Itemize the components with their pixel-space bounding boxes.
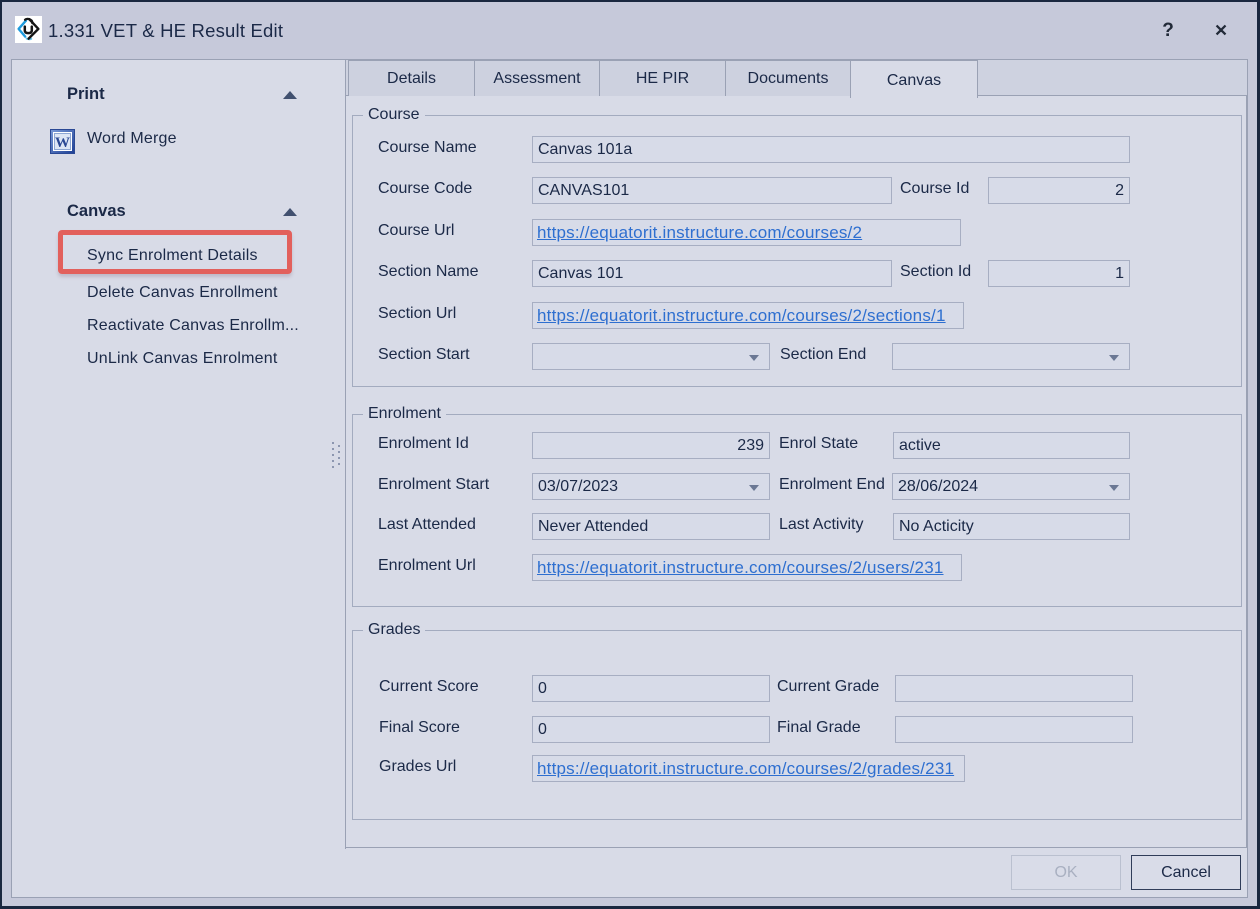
current-grade-label: Current Grade <box>777 678 879 696</box>
enrolment-end-dropdown[interactable]: 28/06/2024 <box>892 473 1130 500</box>
tab-strip: Details Assessment HE PIR Documents Canv… <box>346 60 1247 96</box>
enrolment-start-dropdown[interactable]: 03/07/2023 <box>532 473 770 500</box>
section-start-dropdown[interactable] <box>532 343 770 370</box>
dialog-body: Print W Word Merge Canvas <box>11 59 1248 898</box>
tab-he-pir[interactable]: HE PIR <box>599 60 726 96</box>
last-attended-input[interactable]: Never Attended <box>532 513 770 540</box>
collapse-arrow-print-icon[interactable] <box>283 91 297 99</box>
tab-details[interactable]: Details <box>348 60 475 96</box>
grades-groupbox-title: Grades <box>363 621 425 639</box>
enrolment-end-label: Enrolment End <box>779 476 885 494</box>
app-logo-icon <box>15 16 42 43</box>
section-id-input[interactable]: 1 <box>988 260 1130 287</box>
course-name-label: Course Name <box>378 139 477 157</box>
enrolment-id-input[interactable]: 239 <box>532 432 770 459</box>
enrolment-groupbox-title: Enrolment <box>363 405 446 423</box>
final-grade-label: Final Grade <box>777 719 861 737</box>
tab-documents[interactable]: Documents <box>725 60 851 96</box>
enrolment-url-link[interactable]: https://equatorit.instructure.com/course… <box>537 558 944 578</box>
help-button[interactable]: ? <box>1153 16 1183 46</box>
section-url-box: https://equatorit.instructure.com/course… <box>532 302 964 329</box>
course-url-label: Course Url <box>378 222 454 240</box>
word-merge-icon: W <box>50 129 75 154</box>
sidebar-group-print[interactable]: Print <box>67 85 105 104</box>
final-score-input[interactable]: 0 <box>532 716 770 743</box>
sidebar-item-sync-enrolment-details[interactable]: Sync Enrolment Details <box>87 247 258 265</box>
titlebar: 1.331 VET & HE Result Edit ? ✕ <box>2 2 1257 59</box>
last-attended-label: Last Attended <box>378 516 476 534</box>
dialog-window: 1.331 VET & HE Result Edit ? ✕ Print <box>0 0 1260 909</box>
enrolment-groupbox: Enrolment Enrolment Id 239 Enrol State a… <box>352 414 1242 607</box>
grades-url-label: Grades Url <box>379 758 456 776</box>
ok-button[interactable]: OK <box>1011 855 1121 890</box>
section-name-label: Section Name <box>378 263 479 281</box>
course-groupbox: Course Course Name Canvas 101a Course Co… <box>352 115 1242 387</box>
dropdown-arrow-icon <box>1109 355 1119 361</box>
section-end-dropdown[interactable] <box>892 343 1130 370</box>
svg-text:W: W <box>55 135 70 151</box>
grades-groupbox: Grades Current Score 0 Current Grade Fin… <box>352 630 1242 820</box>
section-url-link[interactable]: https://equatorit.instructure.com/course… <box>537 306 946 326</box>
enrolment-url-box: https://equatorit.instructure.com/course… <box>532 554 962 581</box>
course-id-label: Course Id <box>900 180 969 198</box>
current-grade-input[interactable] <box>895 675 1133 702</box>
section-url-label: Section Url <box>378 305 456 323</box>
section-end-label: Section End <box>780 346 866 364</box>
section-start-label: Section Start <box>378 346 470 364</box>
last-activity-label: Last Activity <box>779 516 863 534</box>
course-groupbox-title: Course <box>363 106 425 124</box>
window-title: 1.331 VET & HE Result Edit <box>48 20 283 42</box>
grades-url-link[interactable]: https://equatorit.instructure.com/course… <box>537 759 954 779</box>
sidebar-group-canvas[interactable]: Canvas <box>67 202 126 221</box>
tab-assessment[interactable]: Assessment <box>474 60 600 96</box>
sidebar-item-reactivate-canvas-enrollment[interactable]: Reactivate Canvas Enrollm... <box>87 317 299 335</box>
sidebar-item-word-merge[interactable]: Word Merge <box>87 130 177 148</box>
enrolment-start-label: Enrolment Start <box>378 476 489 494</box>
enrolment-url-label: Enrolment Url <box>378 557 476 575</box>
sidebar-item-delete-canvas-enrollment[interactable]: Delete Canvas Enrollment <box>87 284 278 302</box>
enrolment-id-label: Enrolment Id <box>378 435 469 453</box>
final-score-label: Final Score <box>379 719 460 737</box>
course-id-input[interactable]: 2 <box>988 177 1130 204</box>
section-id-label: Section Id <box>900 263 971 281</box>
splitter-grip[interactable] <box>331 442 343 475</box>
close-button[interactable]: ✕ <box>1206 16 1236 46</box>
last-activity-input[interactable]: No Acticity <box>893 513 1130 540</box>
current-score-input[interactable]: 0 <box>532 675 770 702</box>
course-code-input[interactable]: CANVAS101 <box>532 177 892 204</box>
course-name-input[interactable]: Canvas 101a <box>532 136 1130 163</box>
course-code-label: Course Code <box>378 180 472 198</box>
course-url-box: https://equatorit.instructure.com/course… <box>532 219 961 246</box>
tab-canvas[interactable]: Canvas <box>850 60 978 98</box>
dropdown-arrow-icon <box>749 355 759 361</box>
collapse-arrow-canvas-icon[interactable] <box>283 208 297 216</box>
current-score-label: Current Score <box>379 678 479 696</box>
section-name-input[interactable]: Canvas 101 <box>532 260 892 287</box>
final-grade-input[interactable] <box>895 716 1133 743</box>
course-url-link[interactable]: https://equatorit.instructure.com/course… <box>537 223 862 243</box>
grades-url-box: https://equatorit.instructure.com/course… <box>532 755 965 782</box>
dropdown-arrow-icon <box>749 485 759 491</box>
cancel-button[interactable]: Cancel <box>1131 855 1241 890</box>
enrol-state-label: Enrol State <box>779 435 858 453</box>
dropdown-arrow-icon <box>1109 485 1119 491</box>
enrol-state-input[interactable]: active <box>893 432 1130 459</box>
sidebar-item-unlink-canvas-enrolment[interactable]: UnLink Canvas Enrolment <box>87 350 277 368</box>
